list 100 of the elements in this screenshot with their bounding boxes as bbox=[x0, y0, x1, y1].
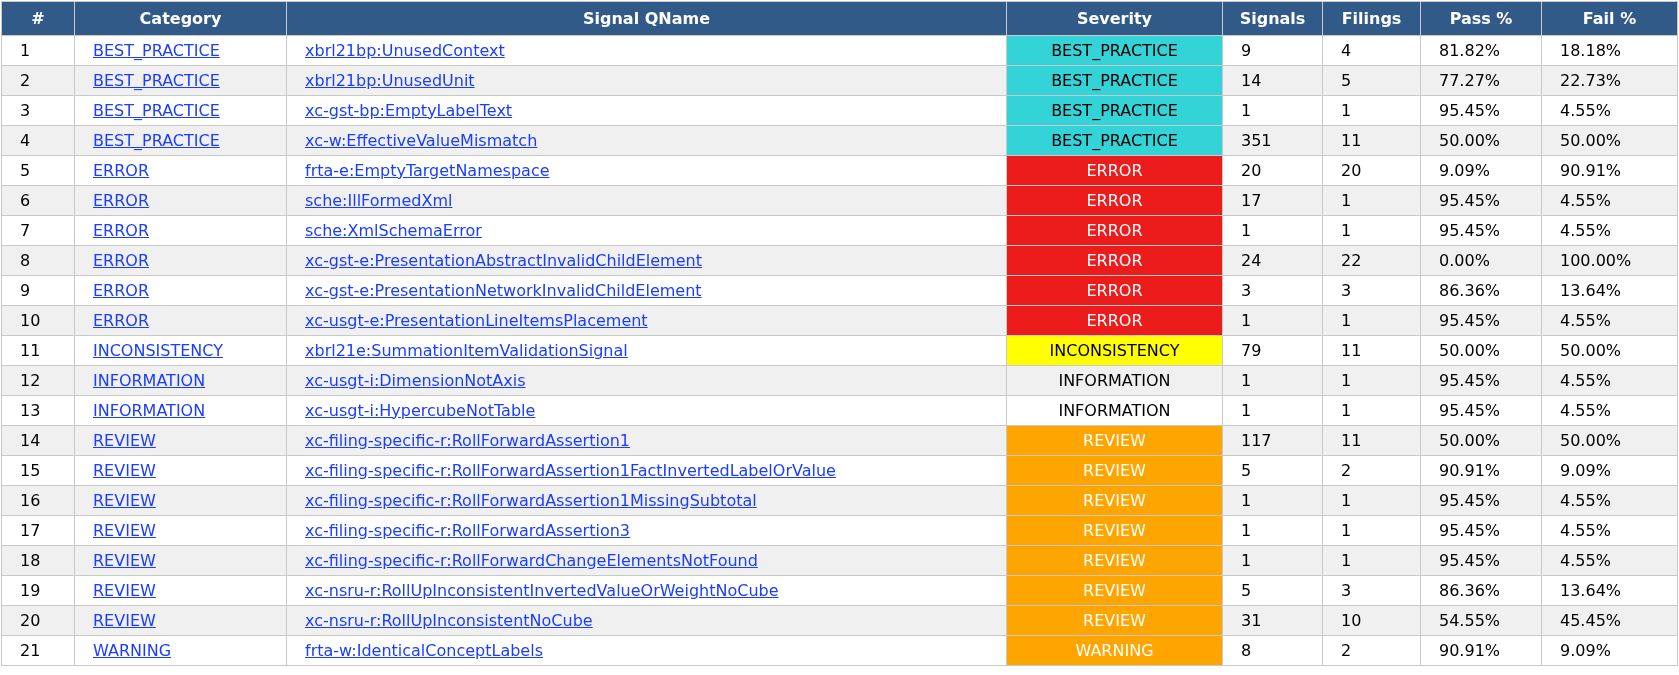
table-cell: 95.45% bbox=[1420, 365, 1542, 396]
severity-cell: BEST_PRACTICE bbox=[1006, 35, 1223, 66]
table-cell: 95.45% bbox=[1420, 485, 1542, 516]
table-cell: 22.73% bbox=[1541, 65, 1678, 96]
table-cell: 2 bbox=[1322, 635, 1421, 666]
table-cell: 6 bbox=[1, 185, 75, 216]
severity-cell: REVIEW bbox=[1006, 425, 1223, 456]
category-link[interactable]: ERROR bbox=[93, 250, 150, 270]
table-cell: 4.55% bbox=[1541, 515, 1678, 546]
table-cell: 3 bbox=[1322, 575, 1421, 606]
table-cell: 50.00% bbox=[1420, 125, 1542, 156]
table-cell: 11 bbox=[1322, 335, 1421, 366]
table-cell: 13 bbox=[1, 395, 75, 426]
signal-qname-link[interactable]: sche:IllFormedXml bbox=[305, 190, 453, 210]
table-cell: 7 bbox=[1, 215, 75, 246]
table-cell: 20 bbox=[1322, 155, 1421, 186]
category-link[interactable]: REVIEW bbox=[93, 610, 156, 630]
table-cell: 4.55% bbox=[1541, 365, 1678, 396]
severity-cell: ERROR bbox=[1006, 275, 1223, 306]
table-cell: 4.55% bbox=[1541, 185, 1678, 216]
table-cell: 12 bbox=[1, 365, 75, 396]
table-cell: 95.45% bbox=[1420, 215, 1542, 246]
severity-cell: REVIEW bbox=[1006, 545, 1223, 576]
category-link[interactable]: REVIEW bbox=[93, 460, 156, 480]
category-link[interactable]: REVIEW bbox=[93, 580, 156, 600]
table-cell: 4.55% bbox=[1541, 215, 1678, 246]
table-cell: 1 bbox=[1222, 95, 1323, 126]
table-cell: 1 bbox=[1222, 215, 1323, 246]
table-cell: 45.45% bbox=[1541, 605, 1678, 636]
severity-cell: ERROR bbox=[1006, 215, 1223, 246]
table-cell: 81.82% bbox=[1420, 35, 1542, 66]
category-link[interactable]: ERROR bbox=[93, 220, 150, 240]
table-cell: 4 bbox=[1322, 35, 1421, 66]
table-cell: 1 bbox=[1222, 305, 1323, 336]
column-header: Signal QName bbox=[286, 1, 1007, 36]
category-link[interactable]: REVIEW bbox=[93, 520, 156, 540]
table-cell: 2 bbox=[1, 65, 75, 96]
table-cell: 1 bbox=[1322, 395, 1421, 426]
table-cell: 8 bbox=[1222, 635, 1323, 666]
signal-qname-link[interactable]: sche:XmlSchemaError bbox=[305, 220, 482, 240]
table-cell: 11 bbox=[1322, 125, 1421, 156]
table-cell: 9 bbox=[1, 275, 75, 306]
column-header: Category bbox=[74, 1, 287, 36]
severity-cell: ERROR bbox=[1006, 245, 1223, 276]
table-cell: 86.36% bbox=[1420, 275, 1542, 306]
table-cell: 0.00% bbox=[1420, 245, 1542, 276]
table-cell: 4 bbox=[1, 125, 75, 156]
table-cell: 13.64% bbox=[1541, 575, 1678, 606]
table-cell: 1 bbox=[1322, 545, 1421, 576]
table-cell: 3 bbox=[1, 95, 75, 126]
column-header: Signals bbox=[1222, 1, 1323, 36]
severity-cell: REVIEW bbox=[1006, 575, 1223, 606]
table-cell: 1 bbox=[1322, 305, 1421, 336]
table-cell: 14 bbox=[1222, 65, 1323, 96]
table-cell: 3 bbox=[1322, 275, 1421, 306]
table-cell: 1 bbox=[1222, 485, 1323, 516]
table-cell: 1 bbox=[1322, 185, 1421, 216]
table-cell: 50.00% bbox=[1541, 425, 1678, 456]
table-cell: 95.45% bbox=[1420, 395, 1542, 426]
table-cell: 1 bbox=[1322, 485, 1421, 516]
signal-qname-link[interactable]: xc-usgt-i:DimensionNotAxis bbox=[305, 370, 526, 390]
table-cell: 1 bbox=[1322, 215, 1421, 246]
severity-cell: REVIEW bbox=[1006, 515, 1223, 546]
table-cell: 95.45% bbox=[1420, 545, 1542, 576]
category-link[interactable]: REVIEW bbox=[93, 490, 156, 510]
table-cell: 50.00% bbox=[1420, 335, 1542, 366]
table-cell: 50.00% bbox=[1541, 125, 1678, 156]
signal-qname-link[interactable]: xc-gst-bp:EmptyLabelText bbox=[305, 100, 513, 120]
severity-cell: ERROR bbox=[1006, 155, 1223, 186]
table-cell: 22 bbox=[1322, 245, 1421, 276]
category-link[interactable]: REVIEW bbox=[93, 550, 156, 570]
category-link[interactable]: REVIEW bbox=[93, 430, 156, 450]
table-cell: 117 bbox=[1222, 425, 1323, 456]
table-cell: 9.09% bbox=[1541, 455, 1678, 486]
table-cell: 10 bbox=[1, 305, 75, 336]
signal-qname-link[interactable]: xbrl21bp:UnusedContext bbox=[305, 40, 505, 60]
category-link[interactable]: ERROR bbox=[93, 160, 150, 180]
table-cell: 17 bbox=[1222, 185, 1323, 216]
signal-qname-link[interactable]: xbrl21bp:UnusedUnit bbox=[305, 70, 475, 90]
table-cell: 17 bbox=[1, 515, 75, 546]
table-cell: 1 bbox=[1322, 95, 1421, 126]
table-cell: 1 bbox=[1222, 545, 1323, 576]
severity-cell: INCONSISTENCY bbox=[1006, 335, 1223, 366]
table-cell: 14 bbox=[1, 425, 75, 456]
severity-cell: ERROR bbox=[1006, 305, 1223, 336]
severity-cell: ERROR bbox=[1006, 185, 1223, 216]
category-link[interactable]: ERROR bbox=[93, 190, 150, 210]
table-cell: 20 bbox=[1222, 155, 1323, 186]
table-cell: 50.00% bbox=[1541, 335, 1678, 366]
table-cell: 2 bbox=[1322, 455, 1421, 486]
table-cell: 90.91% bbox=[1541, 155, 1678, 186]
table-cell: 1 bbox=[1222, 515, 1323, 546]
category-link[interactable]: ERROR bbox=[93, 280, 150, 300]
table-cell: 18 bbox=[1, 545, 75, 576]
table-cell: 21 bbox=[1, 635, 75, 666]
category-link[interactable]: ERROR bbox=[93, 310, 150, 330]
table-cell: 79 bbox=[1222, 335, 1323, 366]
table-cell: 90.91% bbox=[1420, 455, 1542, 486]
severity-cell: REVIEW bbox=[1006, 605, 1223, 636]
table-cell: 4.55% bbox=[1541, 395, 1678, 426]
